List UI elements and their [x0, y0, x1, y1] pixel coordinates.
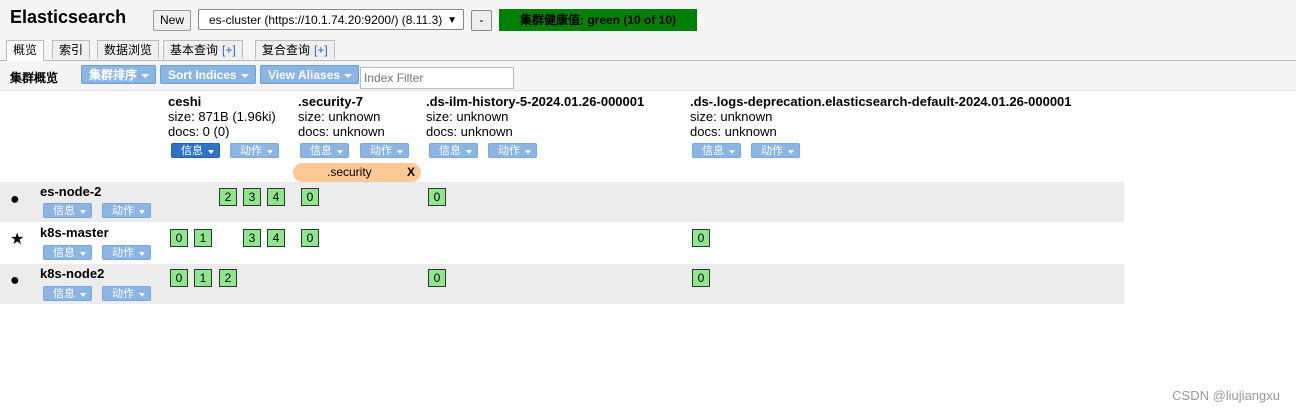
node-name: es-node-2	[40, 184, 102, 199]
shard-box[interactable]: 2	[219, 188, 237, 206]
shard-box[interactable]: 0	[428, 269, 446, 287]
index-info-dropdown[interactable]: 信息	[171, 143, 220, 158]
new-connection-button[interactable]: New	[153, 10, 192, 31]
index-name: .security-7	[298, 94, 364, 109]
node-info-dropdown[interactable]: 信息	[43, 203, 92, 218]
index-header-security: .security-7 size: unknown docs: unknown	[298, 94, 385, 139]
tab-label: 索引	[59, 43, 84, 57]
shard-box[interactable]: 0	[692, 229, 710, 247]
circle-icon: ●	[10, 272, 20, 289]
view-aliases-button[interactable]: View Aliases	[260, 65, 360, 84]
tab-label: 基本查询	[170, 43, 219, 57]
node-action-dropdown[interactable]: 动作	[102, 203, 151, 218]
shard-box[interactable]: 3	[243, 188, 261, 206]
shard-box[interactable]: 0	[692, 269, 710, 287]
tab-label: 复合查询	[262, 43, 311, 57]
node-name: k8s-node2	[40, 266, 105, 281]
node-action-dropdown[interactable]: 动作	[102, 286, 151, 301]
tab-label: 数据浏览	[104, 43, 153, 57]
toolbar-label: 集群概览	[10, 71, 59, 85]
tab-basic-query[interactable]: 基本查询 [+]	[163, 40, 243, 59]
index-name: ceshi	[168, 94, 202, 109]
node-row-k8s-node2: ● k8s-node2 信息 动作 0 1 2 0 0	[0, 264, 1124, 304]
index-header-logs-deprecation: .ds-.logs-deprecation.elasticsearch-defa…	[690, 94, 1072, 139]
index-header-ceshi: ceshi size: 871B (1.96ki) docs: 0 (0)	[168, 94, 276, 139]
index-action-dropdown[interactable]: 动作	[360, 143, 409, 158]
node-info-dropdown[interactable]: 信息	[43, 286, 92, 301]
circle-icon: ●	[10, 191, 20, 208]
index-size: size: unknown	[298, 109, 381, 124]
shard-box[interactable]: 4	[267, 229, 285, 247]
index-header-ilm-history: .ds-ilm-history-5-2024.01.26-000001 size…	[426, 94, 644, 139]
index-filter-input[interactable]	[360, 67, 514, 89]
index-name: .ds-.logs-deprecation.elasticsearch-defa…	[690, 94, 1072, 109]
star-icon: ★	[10, 231, 25, 248]
cluster-select[interactable]: es-cluster (https://10.1.74.20:9200/) (8…	[198, 9, 464, 30]
index-docs: docs: unknown	[426, 124, 513, 139]
index-action-dropdown[interactable]: 动作	[230, 143, 279, 158]
shard-box[interactable]: 0	[301, 229, 319, 247]
alias-close-icon[interactable]: X	[407, 163, 415, 182]
node-row-es-node-2: ● es-node-2 信息 动作 2 3 4 0 0	[0, 182, 1124, 222]
index-info-dropdown[interactable]: 信息	[300, 143, 349, 158]
index-docs: docs: 0 (0)	[168, 124, 230, 139]
shard-box[interactable]: 4	[267, 188, 285, 206]
remove-cluster-button[interactable]: -	[471, 10, 492, 31]
sort-cluster-button[interactable]: 集群排序	[81, 65, 157, 84]
node-action-dropdown[interactable]: 动作	[102, 245, 151, 260]
index-size: size: unknown	[690, 109, 773, 124]
cluster-select-value: es-cluster (https://10.1.74.20:9200/) (8…	[209, 13, 443, 27]
index-info-dropdown[interactable]: 信息	[429, 143, 478, 158]
index-size: size: 871B (1.96ki)	[168, 109, 276, 124]
shard-box[interactable]: 3	[243, 229, 261, 247]
node-row-k8s-master: ★ k8s-master 信息 动作 0 1 3 4 0 0	[0, 223, 1124, 263]
shard-box[interactable]: 0	[170, 269, 188, 287]
shard-box[interactable]: 0	[170, 229, 188, 247]
shard-box[interactable]: 1	[194, 269, 212, 287]
app-title: Elasticsearch	[10, 7, 127, 27]
alias-badge[interactable]: .security X	[293, 163, 421, 182]
node-name: k8s-master	[40, 225, 109, 240]
top-bar: Elasticsearch New es-cluster (https://10…	[0, 0, 1296, 39]
tab-bar: 概览 索引 数据浏览 基本查询 [+] 复合查询 [+]	[0, 38, 1296, 61]
tab-plus[interactable]: [+]	[314, 43, 328, 57]
shard-box[interactable]: 1	[194, 229, 212, 247]
sort-indices-button[interactable]: Sort Indices	[160, 65, 256, 84]
overview-toolbar: 集群概览 集群排序 Sort Indices View Aliases	[0, 61, 1296, 91]
index-name: .ds-ilm-history-5-2024.01.26-000001	[426, 94, 645, 109]
index-docs: docs: unknown	[298, 124, 385, 139]
tab-overview[interactable]: 概览	[6, 40, 45, 61]
tab-indices[interactable]: 索引	[52, 40, 91, 59]
tab-browser[interactable]: 数据浏览	[97, 40, 160, 59]
shard-box[interactable]: 0	[301, 188, 319, 206]
shard-box[interactable]: 2	[219, 269, 237, 287]
tab-compound-query[interactable]: 复合查询 [+]	[255, 40, 335, 59]
chevron-down-icon: ▼	[447, 15, 457, 26]
index-info-dropdown[interactable]: 信息	[692, 143, 741, 158]
tab-plus[interactable]: [+]	[222, 43, 236, 57]
watermark: CSDN @liujiangxu	[1172, 388, 1280, 403]
tab-label: 概览	[13, 43, 38, 57]
index-action-dropdown[interactable]: 动作	[488, 143, 537, 158]
shard-box[interactable]: 0	[428, 188, 446, 206]
index-action-dropdown[interactable]: 动作	[751, 143, 800, 158]
index-size: size: unknown	[426, 109, 509, 124]
alias-name: .security	[327, 165, 372, 179]
index-docs: docs: unknown	[690, 124, 777, 139]
cluster-health-badge: 集群健康值: green (10 of 10)	[499, 9, 697, 31]
node-info-dropdown[interactable]: 信息	[43, 245, 92, 260]
